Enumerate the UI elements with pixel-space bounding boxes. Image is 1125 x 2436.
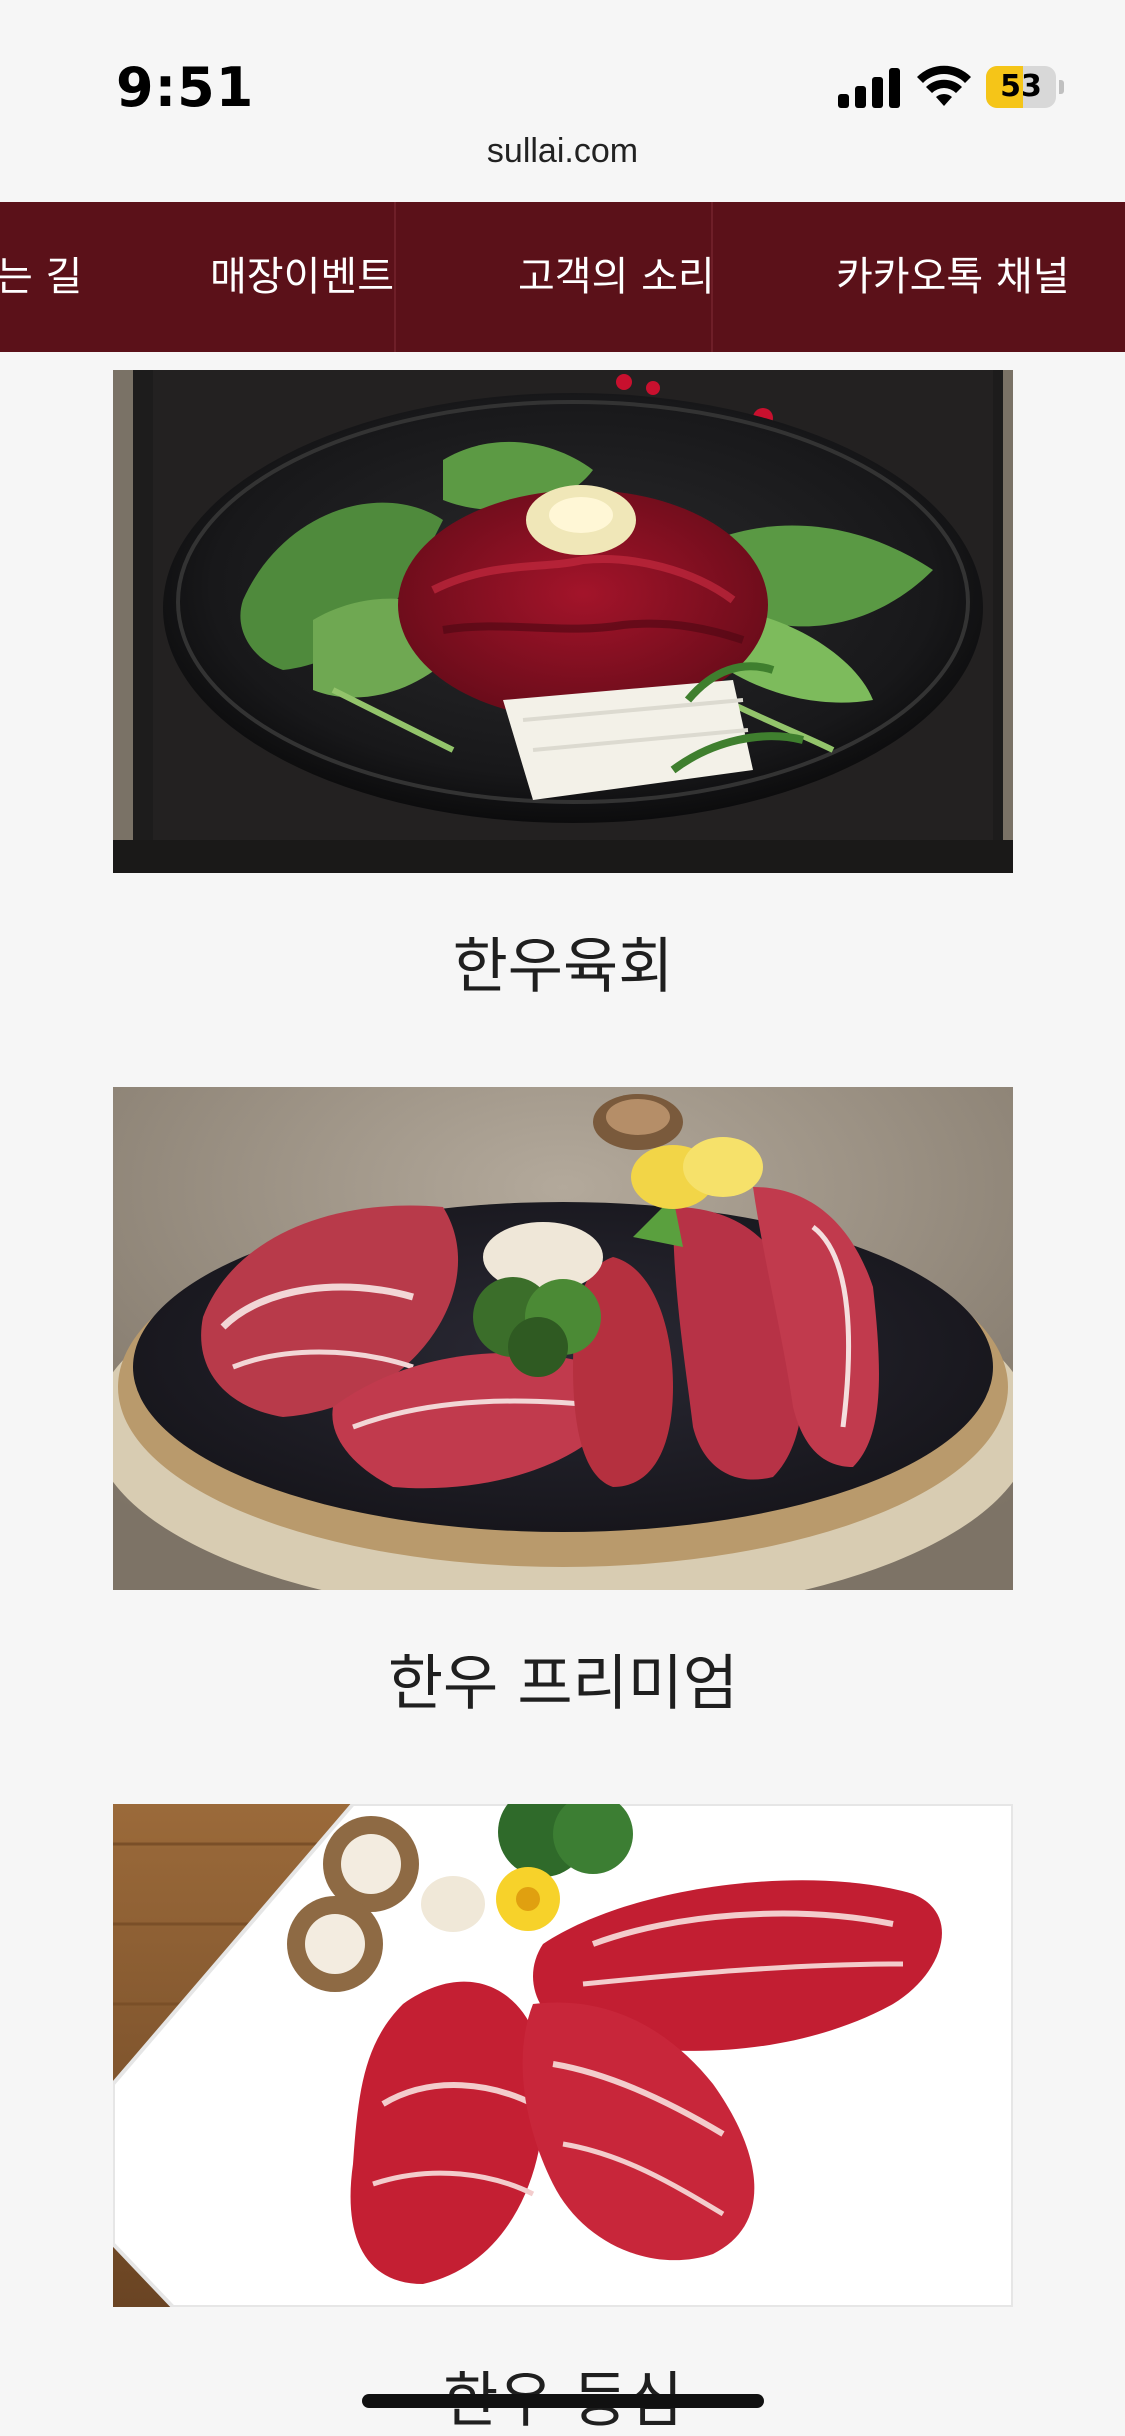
home-indicator[interactable] <box>362 2394 764 2408</box>
menu-photo-premium[interactable] <box>113 1087 1013 1590</box>
page: 9:51 53 sullai.com 는 길 매장이벤트 고객의 소리 카카오톡… <box>0 0 1125 2436</box>
wifi-icon <box>917 65 971 106</box>
cellular-signal-icon <box>838 68 900 108</box>
status-time: 9:51 <box>116 56 255 119</box>
nav-item-store-events[interactable]: 매장이벤트 <box>210 202 394 352</box>
menu-name: 한우 프리미엄 <box>387 1649 739 1719</box>
menu-name: 한우육회 <box>452 932 674 1002</box>
category-nav: 는 길 매장이벤트 고객의 소리 카카오톡 채널 <box>0 202 1125 352</box>
menu-card[interactable]: 한우 프리미엄 <box>113 1087 1013 1719</box>
browser-url[interactable]: sullai.com <box>0 132 1125 182</box>
nav-item-customer-voice[interactable]: 고객의 소리 <box>518 202 715 352</box>
menu-card[interactable]: 한우육회 <box>113 370 1013 1002</box>
nav-item-directions[interactable]: 는 길 <box>0 202 82 352</box>
menu-card[interactable]: 한우 등심 <box>113 1804 1013 2436</box>
menu-photo-yukhoe[interactable] <box>113 370 1013 873</box>
battery-level: 53 <box>1000 69 1042 104</box>
nav-divider <box>394 202 396 352</box>
status-bar: 9:51 53 <box>0 0 1125 140</box>
menu-photo-sirloin[interactable] <box>113 1804 1013 2307</box>
battery-icon: 53 <box>986 66 1064 108</box>
nav-divider <box>711 202 713 352</box>
nav-item-kakaotalk-channel[interactable]: 카카오톡 채널 <box>836 202 1070 352</box>
